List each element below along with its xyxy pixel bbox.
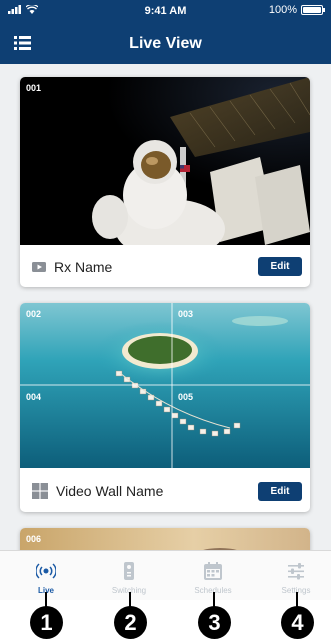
callout-badge: 1 bbox=[30, 606, 63, 639]
page-title: Live View bbox=[129, 35, 202, 52]
live-view-list[interactable]: 001 Rx Name Edit 002 003 004 005 Video W… bbox=[0, 64, 331, 550]
nav-bar: Live View bbox=[0, 22, 331, 64]
edit-button[interactable]: Edit bbox=[258, 257, 302, 276]
receiver-card[interactable]: 006 bbox=[20, 528, 310, 550]
callout-pointer bbox=[129, 592, 131, 608]
tile-number: 006 bbox=[26, 534, 42, 544]
video-wall-card[interactable]: 002 003 004 005 Video Wall Name Edit bbox=[20, 303, 310, 512]
callout-row: 1 2 3 4 bbox=[0, 600, 331, 642]
grid-icon bbox=[32, 483, 48, 499]
tv-icon bbox=[32, 262, 46, 272]
card-footer: Rx Name Edit bbox=[20, 247, 310, 287]
calendar-icon bbox=[204, 562, 222, 580]
video-wall-name: Video Wall Name bbox=[56, 483, 164, 499]
status-right: 100% bbox=[268, 4, 325, 16]
tab-settings[interactable]: Settings bbox=[255, 551, 331, 601]
callout-pointer bbox=[45, 592, 47, 608]
video-wall-thumbnail[interactable]: 002 003 004 005 bbox=[20, 303, 310, 468]
battery-percent: 100% bbox=[268, 4, 297, 16]
astronaut-image bbox=[20, 77, 310, 245]
portrait-image bbox=[20, 528, 310, 550]
tab-label: Settings bbox=[281, 586, 311, 595]
receiver-thumbnail[interactable]: 001 bbox=[20, 77, 310, 245]
edit-button[interactable]: Edit bbox=[258, 482, 302, 501]
card-footer: Video Wall Name Edit bbox=[20, 470, 310, 512]
island-image bbox=[20, 303, 310, 468]
tile-number: 003 bbox=[178, 309, 194, 319]
callout-badge: 4 bbox=[281, 606, 314, 639]
callout-badge: 3 bbox=[198, 606, 231, 639]
broadcast-icon bbox=[36, 563, 56, 579]
status-bar: 9:41 AM 100% bbox=[0, 0, 331, 22]
tile-number: 002 bbox=[26, 309, 42, 319]
remote-icon bbox=[124, 562, 134, 580]
tab-bar: Live Switching Schedules Settings bbox=[0, 550, 331, 601]
sliders-icon bbox=[288, 563, 304, 580]
battery-icon bbox=[301, 5, 325, 15]
battery-fill bbox=[303, 7, 321, 13]
callout-pointer bbox=[213, 592, 215, 608]
receiver-name: Rx Name bbox=[54, 259, 113, 275]
receiver-card[interactable]: 001 Rx Name Edit bbox=[20, 77, 310, 287]
tile-number: 004 bbox=[26, 392, 42, 402]
callout-pointer bbox=[296, 592, 298, 608]
callout-badge: 2 bbox=[114, 606, 147, 639]
tile-number: 005 bbox=[178, 392, 194, 402]
tile-number: 001 bbox=[26, 83, 42, 93]
